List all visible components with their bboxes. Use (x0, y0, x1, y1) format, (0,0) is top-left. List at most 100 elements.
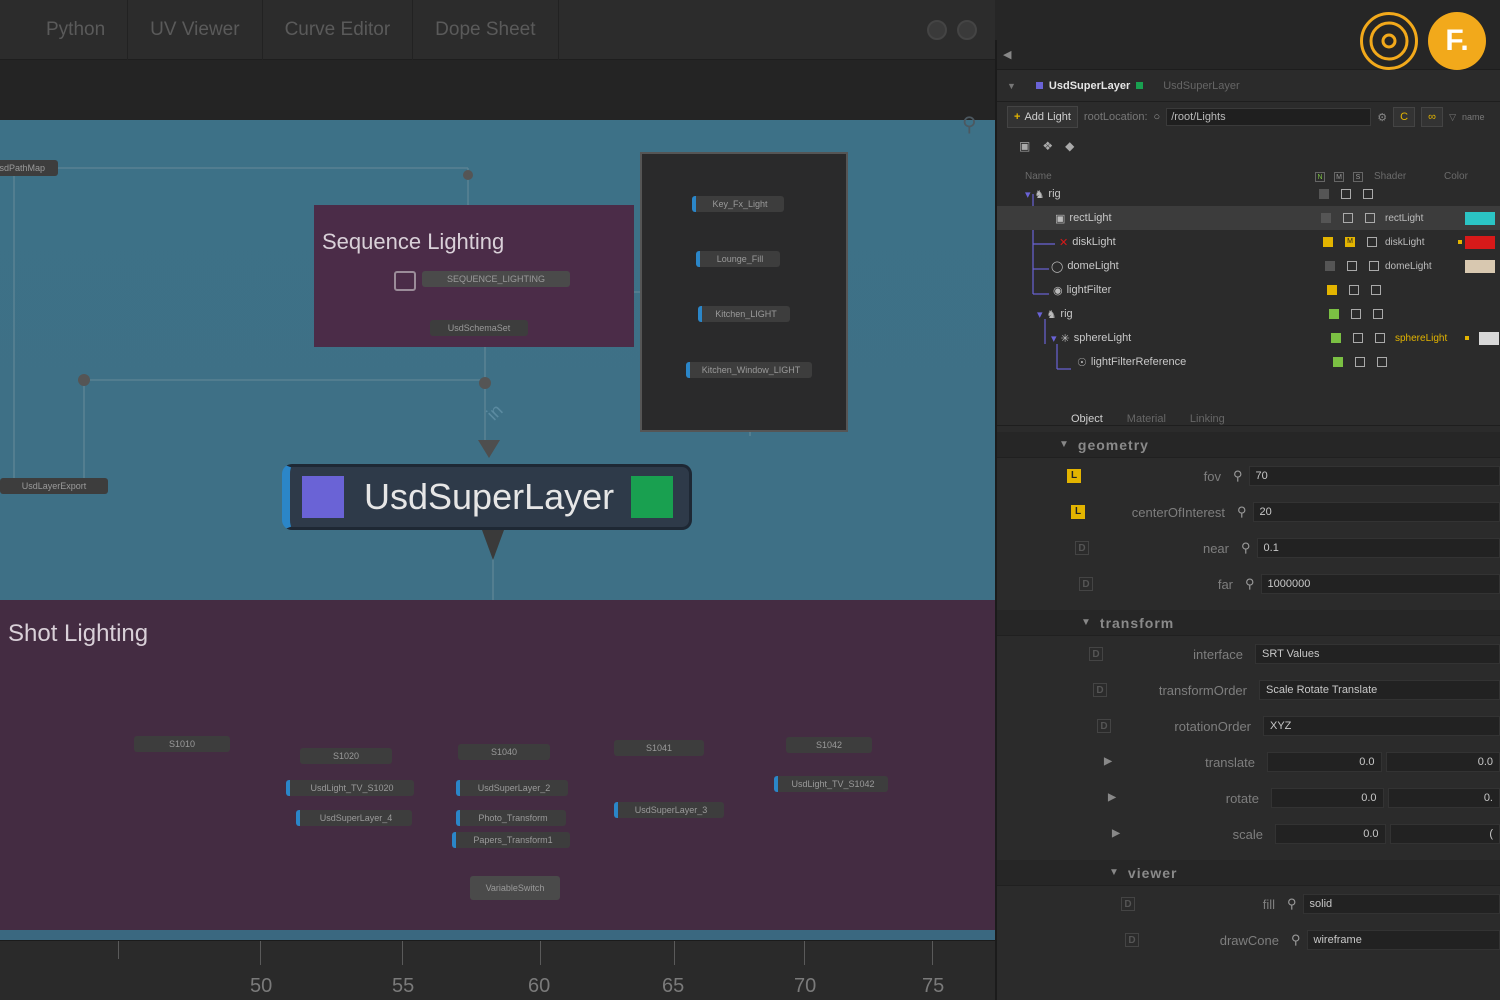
backdrop-sequence-lighting[interactable]: Sequence Lighting SEQUENCE_LIGHTING UsdS… (314, 205, 634, 347)
tab-python[interactable]: Python (0, 0, 129, 60)
param-dropdown[interactable]: wireframe (1306, 930, 1500, 950)
graph-node-light[interactable]: Kitchen_Window_LIGHT (686, 362, 812, 378)
param-value[interactable]: 0.1 (1256, 538, 1500, 558)
graph-node-schema-set[interactable]: UsdSchemaSet (430, 320, 528, 336)
tree-row-selected[interactable]: ▣ rectLight rectLight (997, 206, 1500, 230)
mute-checkbox[interactable] (1355, 357, 1365, 367)
default-badge[interactable]: D (1097, 719, 1111, 733)
key-icon[interactable]: ⚲ (1287, 896, 1297, 912)
section-transform[interactable]: ▼ transform (997, 610, 1500, 636)
root-location-field[interactable]: /root/Lights (1166, 108, 1372, 126)
graph-node-light[interactable]: Kitchen_LIGHT (698, 306, 790, 322)
param-dropdown[interactable]: SRT Values (1255, 644, 1500, 664)
graph-node-shot[interactable]: S1010 (134, 736, 230, 752)
expand-icon[interactable]: ▾ (1051, 332, 1057, 345)
tree-row[interactable]: ▾ ♞ rig (997, 182, 1500, 206)
section-viewer[interactable]: ▼ viewer (997, 860, 1500, 886)
collapse-icon[interactable]: ▼ (1007, 81, 1016, 91)
backdrop-shot-lighting[interactable]: Shot Lighting S1010 S1020 UsdLight_TV_S1… (0, 600, 995, 930)
default-badge[interactable]: D (1121, 897, 1135, 911)
enable-checkbox[interactable] (1321, 213, 1331, 223)
mute-checkbox[interactable] (1353, 333, 1363, 343)
enable-checkbox[interactable] (1327, 285, 1337, 295)
vector-x[interactable]: 0.0 (1267, 752, 1382, 772)
tab-dope-sheet[interactable]: Dope Sheet (413, 0, 559, 60)
solo-checkbox[interactable] (1369, 261, 1379, 271)
graph-node-shot[interactable]: S1020 (300, 748, 392, 764)
solo-checkbox[interactable] (1363, 189, 1373, 199)
graph-node-light[interactable]: UsdLight_TV_S1042 (774, 776, 888, 792)
mute-checkbox[interactable] (1349, 285, 1359, 295)
add-light-button[interactable]: + Add Light (1007, 106, 1078, 128)
backdrop-lights[interactable]: Key_Fx_Light Lounge_Fill Kitchen_LIGHT K… (640, 152, 848, 432)
graph-node-super-layer[interactable]: UsdSuperLayer_4 (296, 810, 412, 826)
color-swatch[interactable] (1465, 211, 1495, 225)
param-value[interactable]: 70 (1248, 466, 1500, 486)
panel-float-icon[interactable] (957, 19, 977, 40)
graph-node-variable-switch[interactable]: VariableSwitch (470, 876, 560, 900)
graph-node-sequence-lighting[interactable]: SEQUENCE_LIGHTING (422, 271, 570, 287)
tree-row[interactable]: ▾ ✳ sphereLight sphereLight (997, 326, 1500, 350)
param-dropdown[interactable]: Scale Rotate Translate (1259, 680, 1500, 700)
default-badge[interactable]: D (1075, 541, 1089, 555)
tree-row[interactable]: ☉ lightFilterReference (997, 350, 1500, 374)
tree-row[interactable]: ▾ ♞ rig (997, 302, 1500, 326)
tab-uv-viewer[interactable]: UV Viewer (128, 0, 263, 60)
refresh-button[interactable]: C (1393, 107, 1416, 127)
node-view-flag[interactable] (631, 476, 673, 518)
default-badge[interactable]: D (1125, 933, 1139, 947)
expand-icon[interactable]: ▾ (1037, 308, 1043, 321)
graph-node-shot[interactable]: S1041 (614, 740, 704, 756)
enable-checkbox[interactable] (1323, 237, 1333, 247)
enable-checkbox[interactable] (1325, 261, 1335, 271)
vector-y[interactable]: ( (1389, 824, 1500, 844)
graph-node-transform[interactable]: Papers_Transform1 (452, 832, 570, 848)
node-bypass-flag[interactable] (302, 476, 344, 518)
vector-x[interactable]: 0.0 (1271, 788, 1384, 808)
solo-checkbox[interactable] (1373, 309, 1383, 319)
filter-icon[interactable]: ▽ (1449, 112, 1456, 123)
expand-icon[interactable]: ▶ (1109, 827, 1123, 841)
timeline-ruler[interactable]: 50 55 60 65 70 75 80 (0, 940, 1100, 1000)
graph-node-layer-export[interactable]: UsdLayerExport (0, 478, 108, 494)
selected-node-usd-super-layer[interactable]: UsdSuperLayer (282, 464, 692, 530)
settings-icon[interactable]: ⚙ (1377, 111, 1387, 124)
graph-node-path-map[interactable]: UsdPathMap (0, 160, 58, 176)
mute-checkbox[interactable] (1351, 309, 1361, 319)
tag-icon[interactable]: ❖ (1042, 139, 1053, 153)
mute-checkbox[interactable] (1347, 261, 1357, 271)
graph-node-super-layer[interactable]: UsdSuperLayer_2 (456, 780, 568, 796)
node-graph[interactable]: ⚲ UsdPathMap UsdLayerExport Sequence Lig… (0, 60, 995, 940)
local-badge[interactable]: L (1071, 505, 1085, 519)
color-swatch[interactable] (1479, 331, 1499, 345)
section-geometry[interactable]: ▼ geometry (997, 432, 1500, 458)
solo-checkbox[interactable] (1371, 285, 1381, 295)
graph-node-shot[interactable]: S1042 (786, 737, 872, 753)
tree-row[interactable]: ◯ domeLight domeLight (997, 254, 1500, 278)
solo-checkbox[interactable] (1365, 213, 1375, 223)
default-badge[interactable]: D (1089, 647, 1103, 661)
graph-node-shot[interactable]: S1040 (458, 744, 550, 760)
expand-icon[interactable]: ▾ (1025, 188, 1031, 201)
vector-y[interactable]: 0.0 (1385, 752, 1500, 772)
solo-icon[interactable]: ▣ (1019, 139, 1030, 153)
key-icon[interactable]: ⚲ (1291, 932, 1301, 948)
param-dropdown[interactable]: XYZ (1263, 716, 1500, 736)
mute-checkbox[interactable] (1341, 189, 1351, 199)
tree-row[interactable]: ◉ lightFilter (997, 278, 1500, 302)
mute-checkbox[interactable] (1343, 213, 1353, 223)
panel-options-icon[interactable] (927, 19, 947, 40)
graph-search-icon[interactable]: ⚲ (962, 112, 977, 137)
panel-collapse-arrow-icon[interactable]: ◀ (997, 40, 1500, 70)
tab-linking[interactable]: Linking (1190, 413, 1225, 425)
mute-checkbox[interactable]: M (1345, 237, 1355, 247)
default-badge[interactable]: D (1079, 577, 1093, 591)
enable-checkbox[interactable] (1319, 189, 1329, 199)
tab-object[interactable]: Object (1071, 413, 1103, 425)
enable-checkbox[interactable] (1333, 357, 1343, 367)
graph-node-light[interactable]: Lounge_Fill (696, 251, 780, 267)
solo-checkbox[interactable] (1377, 357, 1387, 367)
expand-icon[interactable]: ▶ (1101, 755, 1115, 769)
param-dropdown[interactable]: solid (1302, 894, 1500, 914)
local-badge[interactable]: L (1067, 469, 1081, 483)
